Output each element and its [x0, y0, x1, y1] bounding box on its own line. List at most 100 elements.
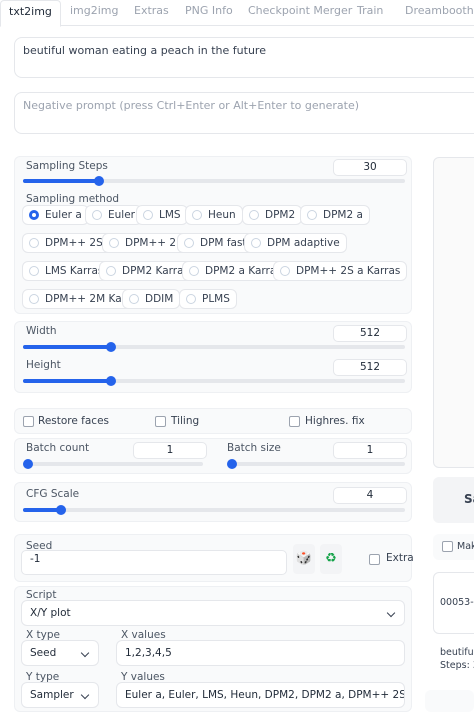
- radio-dot-selected: [29, 210, 39, 220]
- slider-knob[interactable]: [23, 459, 33, 469]
- sampling-method-label: Sampling method: [26, 193, 120, 205]
- sampler-dpm-fast[interactable]: DPM fast: [177, 233, 254, 253]
- batch-panel: Batch count 1 Batch size 1: [14, 438, 412, 474]
- tab-train[interactable]: Train: [357, 0, 383, 26]
- sampler-dpm2[interactable]: DPM2: [242, 205, 303, 225]
- tab-extras[interactable]: Extras: [134, 0, 169, 26]
- batch-size-label: Batch size: [227, 442, 281, 454]
- generate-button-label: Sa: [464, 492, 474, 506]
- slider-knob[interactable]: [94, 176, 105, 186]
- slider-fill: [23, 179, 100, 183]
- x-values-input[interactable]: 1,2,3,4,5: [116, 640, 405, 666]
- batch-count-input[interactable]: 1: [133, 442, 207, 459]
- radio-dot: [29, 266, 39, 276]
- tab-bar: txt2img img2img Extras PNG Info Checkpoi…: [0, 0, 474, 27]
- tab-png-info[interactable]: PNG Info: [185, 0, 233, 26]
- output-filename: 00053-3€: [440, 597, 474, 608]
- sampler-plms[interactable]: PLMS: [179, 289, 237, 309]
- width-label: Width: [26, 325, 57, 337]
- tab-txt2img[interactable]: txt2img: [0, 0, 61, 27]
- tiling-label: Tiling: [171, 415, 200, 427]
- extra-label: Extra: [386, 552, 414, 564]
- batch-count-slider[interactable]: [23, 459, 203, 469]
- radio-dot: [189, 266, 199, 276]
- restore-faces-label: Restore faces: [38, 415, 110, 427]
- generation-info-line1: beutiful: [440, 647, 474, 658]
- radio-dot: [29, 238, 39, 248]
- radio-dot: [192, 210, 202, 220]
- radio-dot: [92, 210, 102, 220]
- batch-size-slider[interactable]: [227, 459, 405, 469]
- y-type-dropdown[interactable]: Sampler: [21, 682, 99, 708]
- sampling-panel: Sampling Steps 30 Sampling method Euler …: [14, 156, 412, 314]
- x-type-dropdown[interactable]: Seed: [21, 640, 99, 666]
- sampling-steps-input[interactable]: 30: [333, 159, 407, 176]
- sampler-lms[interactable]: LMS: [136, 205, 188, 225]
- batch-size-input[interactable]: 1: [333, 442, 407, 459]
- slider-knob[interactable]: [105, 342, 116, 352]
- radio-dot: [129, 294, 139, 304]
- generate-button[interactable]: Sa: [433, 477, 474, 523]
- options-row: Restore faces Tiling Highres. fix: [14, 408, 412, 434]
- slider-knob[interactable]: [56, 505, 67, 515]
- radio-dot: [307, 210, 317, 220]
- make-zip-checkbox[interactable]: [442, 541, 453, 552]
- highres-fix-checkbox[interactable]: [289, 416, 300, 427]
- recycle-icon[interactable]: ♻: [320, 544, 342, 574]
- height-input[interactable]: 512: [333, 359, 407, 376]
- slider-knob[interactable]: [227, 459, 237, 469]
- height-label: Height: [26, 359, 61, 371]
- sampler-euler-a[interactable]: Euler a: [22, 205, 89, 225]
- dice-icon[interactable]: 🎲: [293, 544, 315, 574]
- sampler-lms-karras[interactable]: LMS Karras: [22, 261, 111, 281]
- output-gallery[interactable]: [433, 157, 474, 468]
- extra-checkbox[interactable]: [369, 554, 380, 565]
- y-type-value: Sampler: [30, 689, 74, 701]
- negative-prompt-input[interactable]: Negative prompt (press Ctrl+Enter or Alt…: [14, 92, 474, 134]
- width-input[interactable]: 512: [333, 325, 407, 342]
- radio-dot: [29, 294, 39, 304]
- height-slider[interactable]: [23, 376, 405, 386]
- chevron-down-icon: [386, 608, 396, 618]
- dimensions-panel: Width 512 Height 512: [14, 321, 412, 393]
- tab-checkpoint-merger[interactable]: Checkpoint Merger: [248, 0, 352, 26]
- sampler-dpmpp-2s-a-karras[interactable]: DPM++ 2S a Karras: [273, 261, 408, 281]
- tab-dreambooth[interactable]: Dreambooth: [405, 0, 474, 26]
- sampler-heun[interactable]: Heun: [185, 205, 243, 225]
- width-slider[interactable]: [23, 342, 405, 352]
- radio-dot: [184, 238, 194, 248]
- chevron-down-icon: [80, 690, 90, 700]
- cfg-panel: CFG Scale 4: [14, 482, 412, 522]
- highres-fix-label: Highres. fix: [305, 415, 365, 427]
- generation-info-line2: Steps: 30: [440, 660, 474, 671]
- sampler-dpm-adaptive[interactable]: DPM adaptive: [244, 233, 347, 253]
- sampler-ddim[interactable]: DDIM: [122, 289, 181, 309]
- cfg-scale-slider[interactable]: [23, 505, 405, 515]
- slider-knob[interactable]: [105, 376, 116, 386]
- prompt-input[interactable]: beutiful woman eating a peach in the fut…: [14, 37, 474, 78]
- script-dropdown[interactable]: X/Y plot: [21, 600, 405, 626]
- radio-dot: [249, 210, 259, 220]
- cfg-scale-input[interactable]: 4: [333, 487, 407, 504]
- sampling-steps-slider[interactable]: [23, 176, 405, 186]
- seed-panel: Seed -1 🎲 ♻ Extra: [14, 534, 414, 582]
- script-panel: Script X/Y plot X type X values Seed 1,2…: [14, 586, 412, 712]
- make-zip-label: Mak: [457, 541, 474, 552]
- slider-fill: [23, 345, 111, 349]
- sampling-steps-label: Sampling Steps: [26, 160, 108, 172]
- radio-dot: [251, 238, 261, 248]
- slider-fill: [23, 379, 111, 383]
- batch-count-label: Batch count: [26, 442, 90, 454]
- radio-dot: [186, 294, 196, 304]
- tiling-checkbox[interactable]: [155, 416, 166, 427]
- restore-faces-checkbox[interactable]: [23, 416, 34, 427]
- output-options-row: Mak: [433, 534, 474, 560]
- sampler-dpm2-a[interactable]: DPM2 a: [300, 205, 370, 225]
- sampler-euler[interactable]: Euler: [85, 205, 142, 225]
- cfg-scale-label: CFG Scale: [26, 488, 80, 500]
- radio-dot: [106, 266, 116, 276]
- script-value: X/Y plot: [30, 607, 71, 619]
- y-values-input[interactable]: Euler a, Euler, LMS, Heun, DPM2, DPM2 a,…: [116, 682, 405, 708]
- seed-input[interactable]: -1: [21, 550, 287, 575]
- tab-img2img[interactable]: img2img: [70, 0, 119, 26]
